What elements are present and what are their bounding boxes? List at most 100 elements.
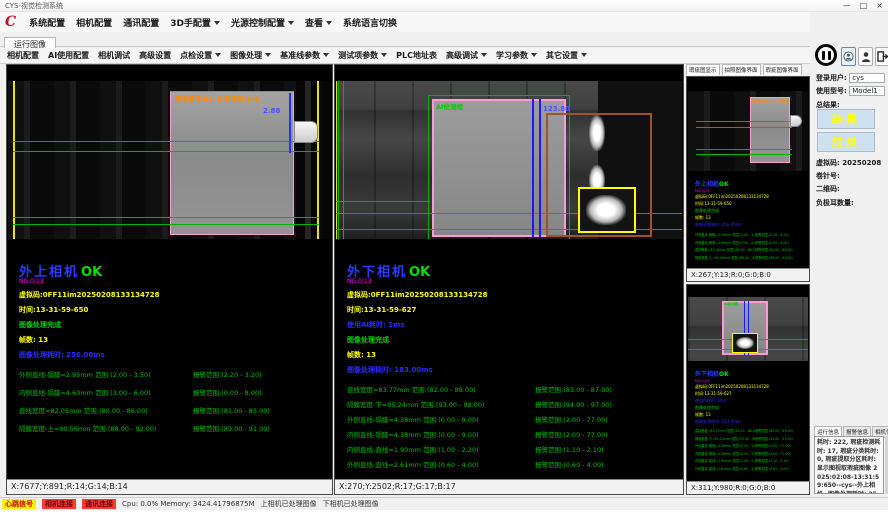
measurement-row: 隔膜宽度-下=95.24mm 范围:(93.00 - 98.00)报警范围:(9… — [347, 399, 679, 409]
bottom-camera-status: 下相机已处理图像 — [323, 499, 379, 509]
image-streak — [305, 81, 311, 239]
status-bar: 心跳信号 相机连接 通讯连接 Cpu: 0.0% Memory: 3424.41… — [0, 497, 888, 510]
yellow-guide-line-left — [13, 81, 15, 239]
thumbnail-info: 外上相机OK NG:0|13 虚拟码:0FF11im20250208133134… — [695, 179, 807, 260]
left-camera-panel: 静态阈值:93, 动态阈值:100 2.88 外上相机OK NG:0|13 虚拟… — [6, 64, 333, 495]
tool-advanced-debug[interactable]: 高级调试 — [446, 50, 487, 61]
switch-user-button[interactable] — [858, 47, 873, 66]
tool-camera-debug[interactable]: 相机调试 — [98, 50, 130, 61]
done-line: 图像处理完成 — [695, 208, 807, 214]
menu-comm-config[interactable]: 通讯配置 — [123, 16, 159, 29]
thumbnail-tabs: 瑕疵图显示 拍照图像界面 瑕疵图像界面 — [686, 60, 810, 75]
measurement-row: 外侧直线-直线=2.61mm 范围:(0.60 - 4.00)报警范围:(0.6… — [347, 459, 679, 469]
measurement-row: 隔膜宽度-上=90.56mm 范围:(88.00 - 92.00)报警范围:(8… — [19, 423, 328, 433]
ng-counter: NG:0|13 — [695, 379, 807, 383]
left-camera-info: 外上相机OK NG:0|13 虚拟码:0FF11im20250208133134… — [19, 261, 328, 433]
tool-advanced-settings[interactable]: 高级设置 — [139, 50, 171, 61]
close-icon[interactable]: × — [876, 1, 883, 10]
time-line: 时间:13-31-59-627 — [347, 305, 679, 315]
right-sidebar: 登录用户: cys 使用型号: Model1 总结果: 结果 结果 虚拟码: 2… — [812, 40, 888, 497]
qr-code-label: 二维码: — [816, 184, 840, 194]
barcode-row: 虚拟码: 20250208 — [816, 158, 881, 168]
pause-button[interactable] — [815, 44, 837, 66]
green-vertical-line — [338, 81, 339, 239]
window-title: CYS-视觉检测系统 — [5, 2, 63, 10]
run-log[interactable]: 耗时: 222, 瑕疵检测耗时: 17, 瑕疵分类耗时: 0, 瑕疵提取分区耗时… — [814, 436, 884, 494]
minimize-icon[interactable]: — — [843, 1, 851, 10]
exit-door-icon — [877, 51, 888, 62]
login-user-value[interactable]: cys — [849, 73, 885, 83]
measurement-row: 直线宽度=83.77mm 范围:(82.00 - 88.00)报警范围:(83.… — [347, 384, 679, 394]
thumb1-pixel-coordinates: X:267;Y:13;R:0;G:0;B:0 — [687, 268, 809, 281]
menu-3d-config[interactable]: 3D手配置 — [170, 16, 220, 29]
tool-ai-config[interactable]: AI使用配置 — [48, 50, 89, 61]
thumbnail-bottom-camera[interactable]: AI检测框 外下相机OK NG:0|13 虚拟码:0FF11im20250208… — [686, 284, 810, 495]
menu-camera-config[interactable]: 相机配置 — [76, 16, 112, 29]
tool-plc-table[interactable]: PLC地址表 — [396, 50, 437, 61]
green-measure-line — [696, 127, 792, 128]
sidebar-icon-buttons — [841, 47, 888, 66]
maximize-icon[interactable]: □ — [860, 1, 868, 10]
tool-camera-config[interactable]: 相机配置 — [7, 50, 39, 61]
camera-title: 外下相机OK — [695, 369, 807, 378]
tool-learning-params[interactable]: 学习参数 — [496, 50, 537, 61]
ai-box-label: AI检测框 — [436, 101, 463, 111]
measure-value-label: 2.88 — [263, 107, 280, 115]
tab-defect-display[interactable]: 瑕疵图显示 — [686, 64, 720, 75]
elapsed-line: 图像处理耗时: 183.00ms — [695, 419, 807, 425]
measurement-row: 内侧直线-隔膜=4.38mm 范围:(0.00 - 9.00)报警范围:(2.0… — [695, 451, 807, 456]
login-user-row: 登录用户: cys — [816, 73, 885, 83]
menu-view[interactable]: 查看 — [305, 16, 332, 29]
measurement-row: 外侧直线-隔膜=2.95mm 范围:(2.00 - 3.50)报警范围:(2.2… — [19, 369, 328, 379]
thumbnail-image: 静态阈值:93, 动态阈值:100 — [688, 91, 808, 171]
time-line: 时间:13-31-59-650 — [695, 201, 807, 207]
menu-system-config[interactable]: 系统配置 — [29, 16, 65, 29]
green-measure-line — [13, 151, 319, 152]
user-icon — [861, 51, 871, 63]
tool-other-settings[interactable]: 其它设置 — [546, 50, 587, 61]
comm-link-badge: 通讯连接 — [82, 499, 116, 509]
blue-measure-line — [289, 93, 291, 153]
measurement-row: 内侧直线-直线=1.90mm 范围:(1.00 - 2.20)报警范围:(1.1… — [347, 444, 679, 454]
ai-time-line: 使用AI耗时: 1ms — [347, 320, 679, 330]
left-camera-image[interactable]: 静态阈值:93, 动态阈值:100 2.88 — [8, 81, 331, 239]
ai-time-line: 使用AI耗时: 1ms — [695, 398, 807, 404]
measurement-row: 隔膜宽度-下=95.24mm 范围:(93.00 - 98.00)报警范围:(9… — [695, 436, 807, 441]
green-measure-line — [13, 141, 319, 142]
tab-capture-view[interactable]: 拍照图像界面 — [722, 64, 761, 75]
yellow-guide-line-right — [317, 81, 319, 239]
cpu-memory-status: Cpu: 0.0% Memory: 3424.41796875M — [122, 500, 255, 508]
measurement-list: 外侧直线-隔膜=2.95mm 范围:(2.00 - 3.50)报警范围:(2.2… — [19, 369, 328, 433]
heartbeat-badge: 心跳信号 — [2, 499, 36, 509]
tool-baseline-params[interactable]: 基准线参数 — [280, 50, 329, 61]
tool-image-processing[interactable]: 图像处理 — [230, 50, 271, 61]
pause-icon — [822, 51, 825, 60]
measurement-row: 直线宽度=82.05mm 范围:(80.00 - 86.00)报警范围:(81.… — [695, 247, 807, 252]
camera-link-badge: 相机连接 — [42, 499, 76, 509]
time-line: 时间:13-31-59-627 — [695, 391, 807, 397]
barcode-line: 虚拟码:0FF11im20250208133134728 — [347, 290, 679, 300]
threshold-label: 静态阈值:93, 动态阈值:100 — [752, 99, 790, 104]
menu-light-config[interactable]: 光源控制配置 — [231, 16, 294, 29]
tab-defect-view[interactable]: 瑕疵图像界面 — [763, 64, 802, 75]
measurement-row: 隔膜宽度-上=90.56mm 范围:(88.00 - 92.00)报警范围:(8… — [695, 255, 807, 260]
measure-value-label: 123.80 — [543, 105, 570, 113]
pause-icon — [828, 51, 831, 60]
thumbnail-top-camera[interactable]: 静态阈值:93, 动态阈值:100 外上相机OK NG:0|13 虚拟码:0FF… — [686, 76, 810, 282]
ai-box-label: AI检测框 — [724, 302, 739, 307]
top-camera-status: 上相机已处理图像 — [261, 499, 317, 509]
exit-button[interactable] — [875, 47, 888, 66]
threshold-label: 静态阈值:93, 动态阈值:100 — [175, 93, 260, 103]
measurement-row: 内侧直线-隔膜=4.60mm 范围:(3.00 - 6.00)报警范围:(0.0… — [19, 387, 328, 397]
tool-spotcheck[interactable]: 点检设置 — [180, 50, 221, 61]
measurement-row: 外侧直线-隔膜=4.38mm 范围:(0.00 - 9.00)报警范围:(2.0… — [347, 414, 679, 424]
done-line: 图像处理完成 — [19, 320, 328, 330]
model-value[interactable]: Model1 — [849, 86, 885, 96]
result-box-bottom: 结果 — [817, 132, 875, 152]
menu-language-switch[interactable]: 系统语言切换 — [343, 16, 397, 29]
mid-camera-image[interactable]: AI检测框 123.80 — [336, 81, 682, 239]
barcode-value: 20250208 — [842, 159, 881, 167]
current-user-button[interactable] — [841, 47, 856, 66]
tool-test-params[interactable]: 测试项参数 — [338, 50, 387, 61]
measurement-row: 外侧直线-隔膜=4.38mm 范围:(0.00 - 9.00)报警范围:(2.0… — [695, 443, 807, 448]
